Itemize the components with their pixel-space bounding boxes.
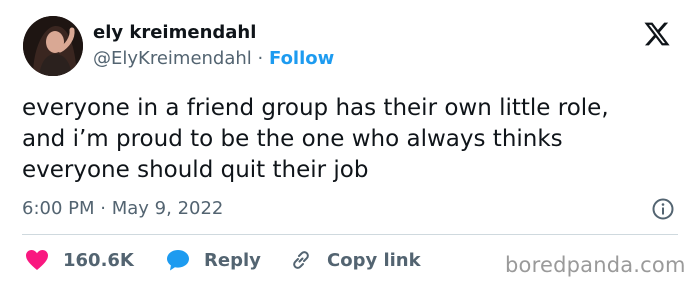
author-handle-row: @ElyKreimendahl · Follow [93,48,334,69]
reply-button[interactable]: Reply [166,248,261,272]
author-handle[interactable]: @ElyKreimendahl [93,48,252,69]
tweet-line: everyone should quit their job [22,157,369,183]
reply-label: Reply [204,249,261,271]
link-icon [293,251,309,269]
heart-icon [26,250,48,270]
info-icon[interactable] [651,197,675,221]
avatar-photo [23,16,83,76]
tweet-time: 6:00 PM [22,198,95,219]
speech-bubble-icon [167,250,189,271]
like-count: 160.6K [63,249,134,271]
tweet-line: everyone in a friend group has their own… [22,95,609,121]
separator-dot: · [100,198,106,219]
copy-link-label: Copy link [327,249,421,271]
divider [22,234,678,235]
like-button[interactable]: 160.6K [25,248,134,272]
tweet-date: May 9, 2022 [111,198,224,219]
copy-link-button[interactable]: Copy link [289,248,421,272]
tweet-text: everyone in a friend group has their own… [22,93,682,186]
tweet-line: and i’m proud to be the one who always t… [22,126,563,152]
author-name[interactable]: ely kreimendahl [93,22,256,43]
watermark: boredpanda.com [505,253,686,277]
x-logo-icon[interactable] [643,20,671,48]
avatar[interactable] [23,16,83,76]
separator-dot: · [257,48,264,69]
timestamp[interactable]: 6:00 PM · May 9, 2022 [22,198,223,219]
follow-button[interactable]: Follow [269,48,334,69]
